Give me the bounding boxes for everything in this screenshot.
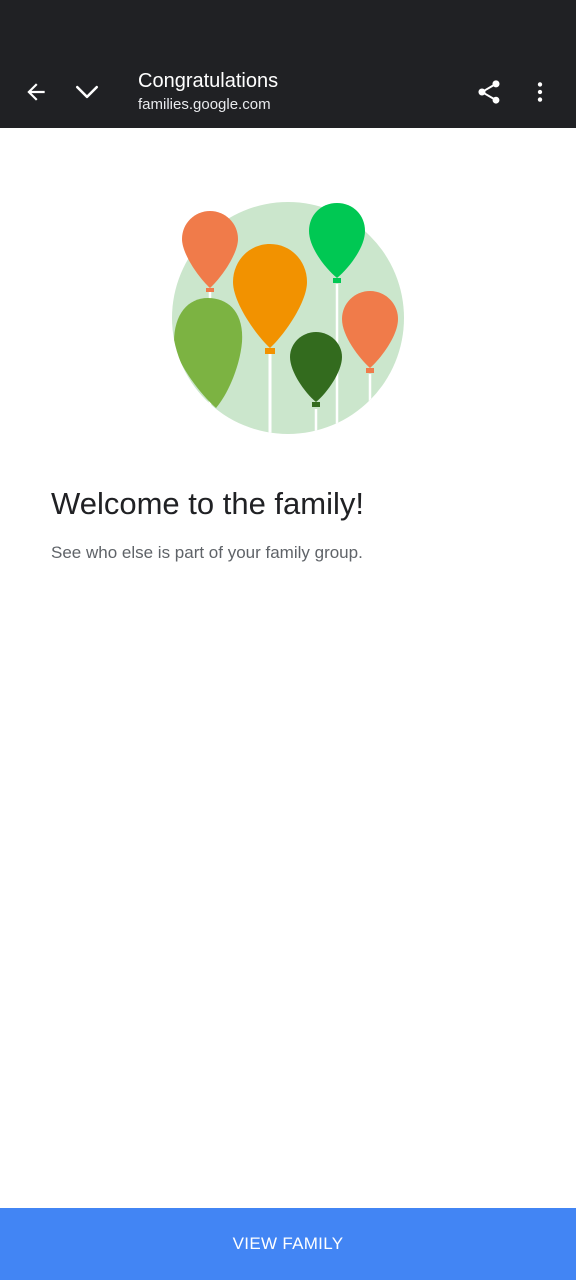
back-button[interactable] [12, 68, 60, 116]
share-icon [478, 80, 500, 104]
more-vert-icon [537, 82, 543, 102]
status-bar [0, 0, 576, 56]
page: Congratulations families.google.com Welc… [0, 0, 576, 1280]
welcome-heading: Welcome to the family! [51, 486, 364, 521]
collapse-button[interactable] [63, 68, 111, 116]
chevron-down-icon [75, 85, 99, 99]
share-button[interactable] [465, 68, 513, 116]
balloons-illustration [172, 202, 404, 434]
more-options-button[interactable] [516, 68, 564, 116]
custom-tab-toolbar: Congratulations families.google.com [0, 56, 576, 128]
view-family-button[interactable]: VIEW FAMILY [0, 1208, 576, 1280]
page-title: Congratulations [138, 70, 279, 92]
title-block: Congratulations families.google.com [138, 68, 448, 116]
arrow-back-icon [27, 83, 45, 101]
welcome-subtext: See who else is part of your family grou… [51, 543, 363, 562]
page-url: families.google.com [138, 96, 271, 113]
page-content: Welcome to the family! See who else is p… [0, 128, 576, 1208]
